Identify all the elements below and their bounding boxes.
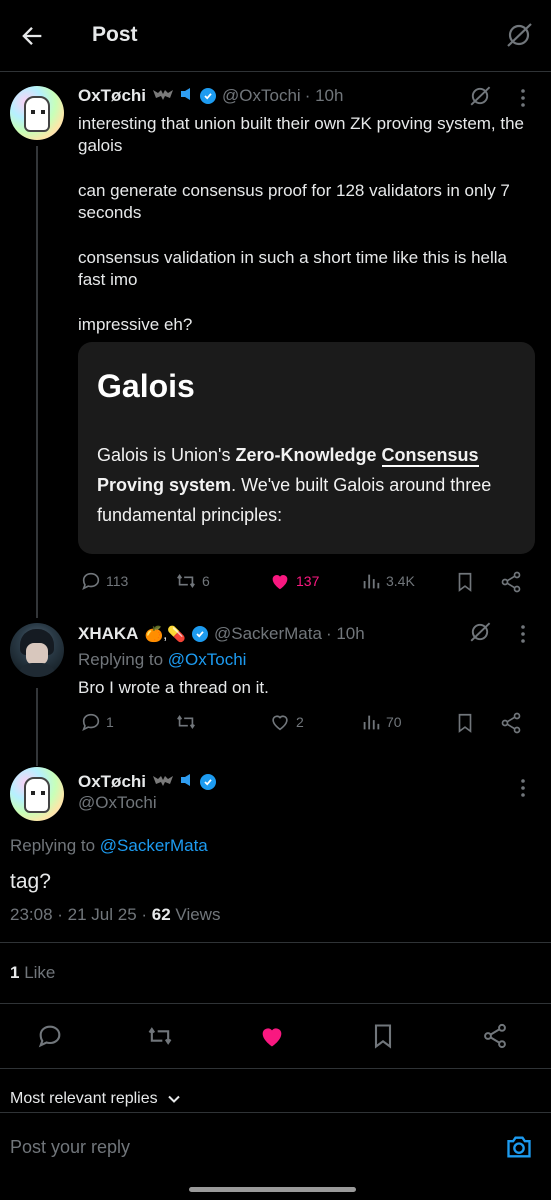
heart-filled-icon[interactable] — [258, 1022, 286, 1050]
repost-action[interactable] — [174, 711, 198, 733]
grok-icon[interactable] — [468, 620, 492, 644]
main-post-text: tag? — [10, 870, 51, 893]
share-icon[interactable] — [481, 1022, 509, 1050]
views-count: 70 — [386, 714, 402, 730]
verified-badge-icon — [200, 774, 217, 790]
post-meta: 23:08 · 21 Jul 25 · 62 Views — [10, 905, 221, 924]
reply-time: · 10h — [325, 624, 365, 643]
speaker-emoji-icon — [180, 772, 194, 792]
sort-replies-dropdown[interactable]: Most relevant replies — [10, 1090, 182, 1108]
avatar[interactable] — [10, 623, 64, 677]
views-action[interactable]: 3.4K — [360, 570, 415, 592]
author-name[interactable]: XHAKA — [78, 624, 138, 644]
thread-line — [36, 146, 38, 618]
heart-outline-icon — [272, 715, 288, 731]
post-paragraph: interesting that union built their own Z… — [78, 114, 525, 155]
grok-icon[interactable] — [504, 20, 534, 50]
more-options-icon[interactable] — [513, 778, 533, 798]
grok-icon[interactable] — [468, 84, 492, 108]
reply-icon — [82, 572, 100, 590]
like-count: 2 — [296, 714, 304, 730]
back-arrow-icon[interactable] — [18, 22, 46, 50]
author-handle[interactable]: @SackerMata — [214, 624, 322, 644]
reply-input-placeholder[interactable]: Post your reply — [10, 1137, 130, 1158]
post-paragraph: impressive eh? — [78, 315, 193, 334]
camera-icon[interactable] — [505, 1133, 533, 1161]
media-card[interactable]: Galois Galois is Union's Zero-Knowledge … — [78, 342, 535, 554]
bookmark-icon[interactable] — [454, 711, 476, 735]
reply-count: 1 — [106, 714, 114, 730]
thread-line — [36, 688, 38, 766]
divider — [0, 1068, 551, 1069]
bookmark-icon[interactable] — [369, 1022, 397, 1050]
avatar[interactable] — [10, 767, 64, 821]
views-chart-icon — [363, 715, 380, 730]
bat-emoji-icon — [152, 772, 174, 792]
reply-action[interactable]: 1 — [80, 711, 114, 733]
post-paragraph: consensus validation in such a short tim… — [78, 248, 507, 289]
replying-to-link[interactable]: @SackerMata — [100, 836, 208, 855]
home-indicator[interactable] — [189, 1187, 356, 1192]
author-handle[interactable]: @OxTochi — [78, 793, 157, 813]
reply-icon — [82, 713, 100, 731]
author-name[interactable]: OxTøchi — [78, 86, 146, 106]
post-text: interesting that union built their own Z… — [78, 113, 533, 359]
post-paragraph: can generate consensus proof for 128 val… — [78, 181, 510, 222]
share-icon[interactable] — [499, 711, 523, 735]
page-title: Post — [92, 23, 138, 46]
reply-header: XHAKA 🍊,💊 @SackerMata · 10h — [78, 624, 365, 644]
repost-icon[interactable] — [146, 1022, 174, 1050]
speaker-emoji-icon — [180, 86, 194, 106]
likes-summary[interactable]: 1 Like — [10, 963, 55, 983]
reply-icon[interactable] — [36, 1022, 64, 1050]
replying-to: Replying to @SackerMata — [10, 836, 208, 855]
more-options-icon[interactable] — [513, 88, 533, 108]
bookmark-icon[interactable] — [454, 570, 476, 594]
author-handle[interactable]: @OxTochi — [222, 86, 301, 106]
verified-badge-icon — [200, 88, 217, 104]
repost-action[interactable]: 6 — [174, 570, 210, 592]
reply-actions: 1 2 70 — [78, 711, 533, 737]
divider — [0, 1003, 551, 1004]
author-name[interactable]: OxTøchi — [78, 772, 146, 792]
repost-icon — [177, 574, 195, 588]
bat-emoji-icon — [152, 86, 174, 106]
replying-to: Replying to @OxTochi — [78, 650, 247, 669]
chevron-down-icon — [167, 1095, 180, 1103]
heart-filled-icon — [272, 575, 288, 590]
repost-count: 6 — [202, 573, 210, 589]
views-count: 3.4K — [386, 573, 415, 589]
repost-icon — [177, 715, 195, 729]
card-body: Galois is Union's Zero-Knowledge Consens… — [97, 445, 492, 525]
more-options-icon[interactable] — [513, 624, 533, 644]
post-header: OxTøchi @OxTochi · 10h — [78, 86, 343, 106]
views-count: 62 — [151, 905, 171, 924]
divider — [0, 942, 551, 943]
emoji-badges: 🍊,💊 — [144, 626, 186, 643]
reply-text: Bro I wrote a thread on it. — [78, 678, 269, 697]
verified-badge-icon — [191, 626, 208, 642]
views-action[interactable]: 70 — [360, 711, 402, 733]
views-chart-icon — [363, 574, 380, 589]
reply-count: 113 — [106, 573, 129, 589]
reply-composer[interactable]: Post your reply — [0, 1112, 551, 1180]
avatar[interactable] — [10, 86, 64, 140]
reply-action[interactable]: 113 — [80, 570, 128, 592]
main-author-row: OxTøchi — [78, 772, 217, 792]
card-title: Galois — [97, 368, 195, 404]
post-actions: 113 6 137 3.4K — [78, 570, 533, 596]
sort-label: Most relevant replies — [10, 1090, 158, 1107]
top-bar: Post — [0, 0, 551, 72]
like-action[interactable]: 137 — [268, 570, 319, 592]
like-action[interactable]: 2 — [268, 711, 304, 733]
share-icon[interactable] — [499, 570, 523, 594]
like-count: 137 — [296, 573, 320, 589]
replying-to-link[interactable]: @OxTochi — [168, 650, 247, 669]
post-time: · 10h — [304, 86, 344, 105]
